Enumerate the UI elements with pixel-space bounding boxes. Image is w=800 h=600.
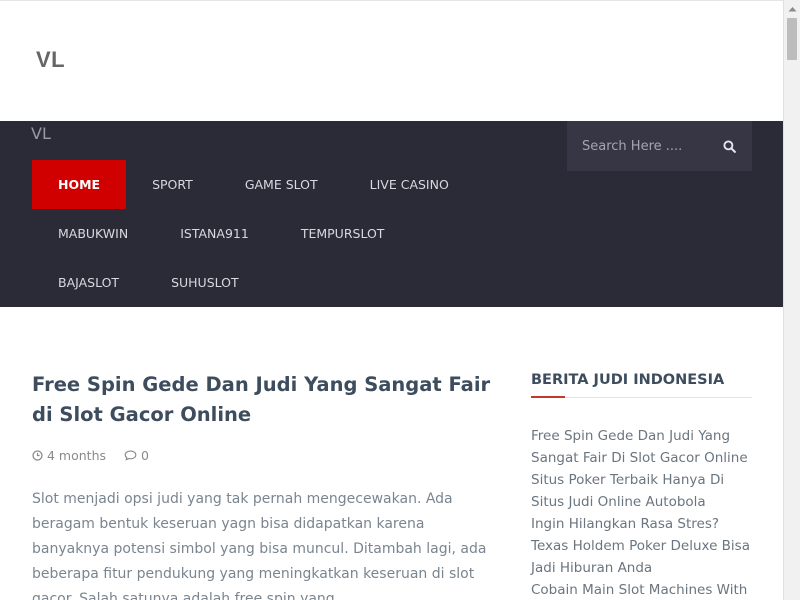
comment-count[interactable]: 0 xyxy=(141,448,149,463)
menu-row-1: HOME SPORT GAME SLOT LIVE CASINO xyxy=(32,160,475,209)
menu-item-sport[interactable]: SPORT xyxy=(126,160,219,209)
search-input[interactable] xyxy=(567,121,712,171)
menu-row-3: BAJASLOT SUHUSLOT xyxy=(32,258,265,307)
scroll-up-button[interactable] xyxy=(784,0,800,17)
recent-posts-list: Free Spin Gede Dan Judi Yang Sangat Fair… xyxy=(531,425,752,600)
recent-post-link[interactable]: Cobain Main Slot Machines With xyxy=(531,579,752,600)
post-date[interactable]: 4 months xyxy=(47,448,106,463)
arrow-up-icon xyxy=(788,6,797,11)
site-header: VL xyxy=(0,0,783,121)
menu-item-game-slot[interactable]: GAME SLOT xyxy=(219,160,344,209)
recent-post-link[interactable]: Situs Poker Terbaik Hanya Di Situs Judi … xyxy=(531,469,752,513)
menu-item-mabukwin[interactable]: MABUKWIN xyxy=(32,209,154,258)
widget-accent-bar xyxy=(531,396,565,398)
post-title[interactable]: Free Spin Gede Dan Judi Yang Sangat Fair… xyxy=(32,370,502,430)
menu-item-tempurslot[interactable]: TEMPURSLOT xyxy=(275,209,411,258)
menu-item-live-casino[interactable]: LIVE CASINO xyxy=(344,160,475,209)
post-meta: 4 months 0 xyxy=(32,448,149,463)
search-button[interactable] xyxy=(706,121,752,171)
menu-row-2: MABUKWIN ISTANA911 TEMPURSLOT xyxy=(32,209,410,258)
scroll-thumb[interactable] xyxy=(787,18,797,60)
menu-item-bajaslot[interactable]: BAJASLOT xyxy=(32,258,145,307)
recent-post-link[interactable]: Ingin Hilangkan Rasa Stres? Texas Holdem… xyxy=(531,513,752,579)
comment-icon xyxy=(124,450,137,461)
site-tagline: VL xyxy=(31,124,51,143)
page: VL VL HOME SPORT GAME SLOT LIVE CASINO M… xyxy=(0,0,783,600)
clock-icon xyxy=(32,450,43,461)
recent-post-link[interactable]: Free Spin Gede Dan Judi Yang Sangat Fair… xyxy=(531,425,752,469)
vertical-scrollbar[interactable] xyxy=(783,0,800,600)
search-box xyxy=(567,121,752,171)
search-icon xyxy=(722,139,736,153)
site-logo[interactable]: VL xyxy=(36,47,65,73)
menu-item-home[interactable]: HOME xyxy=(32,160,127,209)
main-navigation: VL HOME SPORT GAME SLOT LIVE CASINO MABU… xyxy=(0,121,783,307)
menu-item-suhuslot[interactable]: SUHUSLOT xyxy=(145,258,265,307)
widget-title: BERITA JUDI INDONESIA xyxy=(531,372,725,388)
menu-item-istana911[interactable]: ISTANA911 xyxy=(154,209,275,258)
post-excerpt: Slot menjadi opsi judi yang tak pernah m… xyxy=(32,491,487,600)
